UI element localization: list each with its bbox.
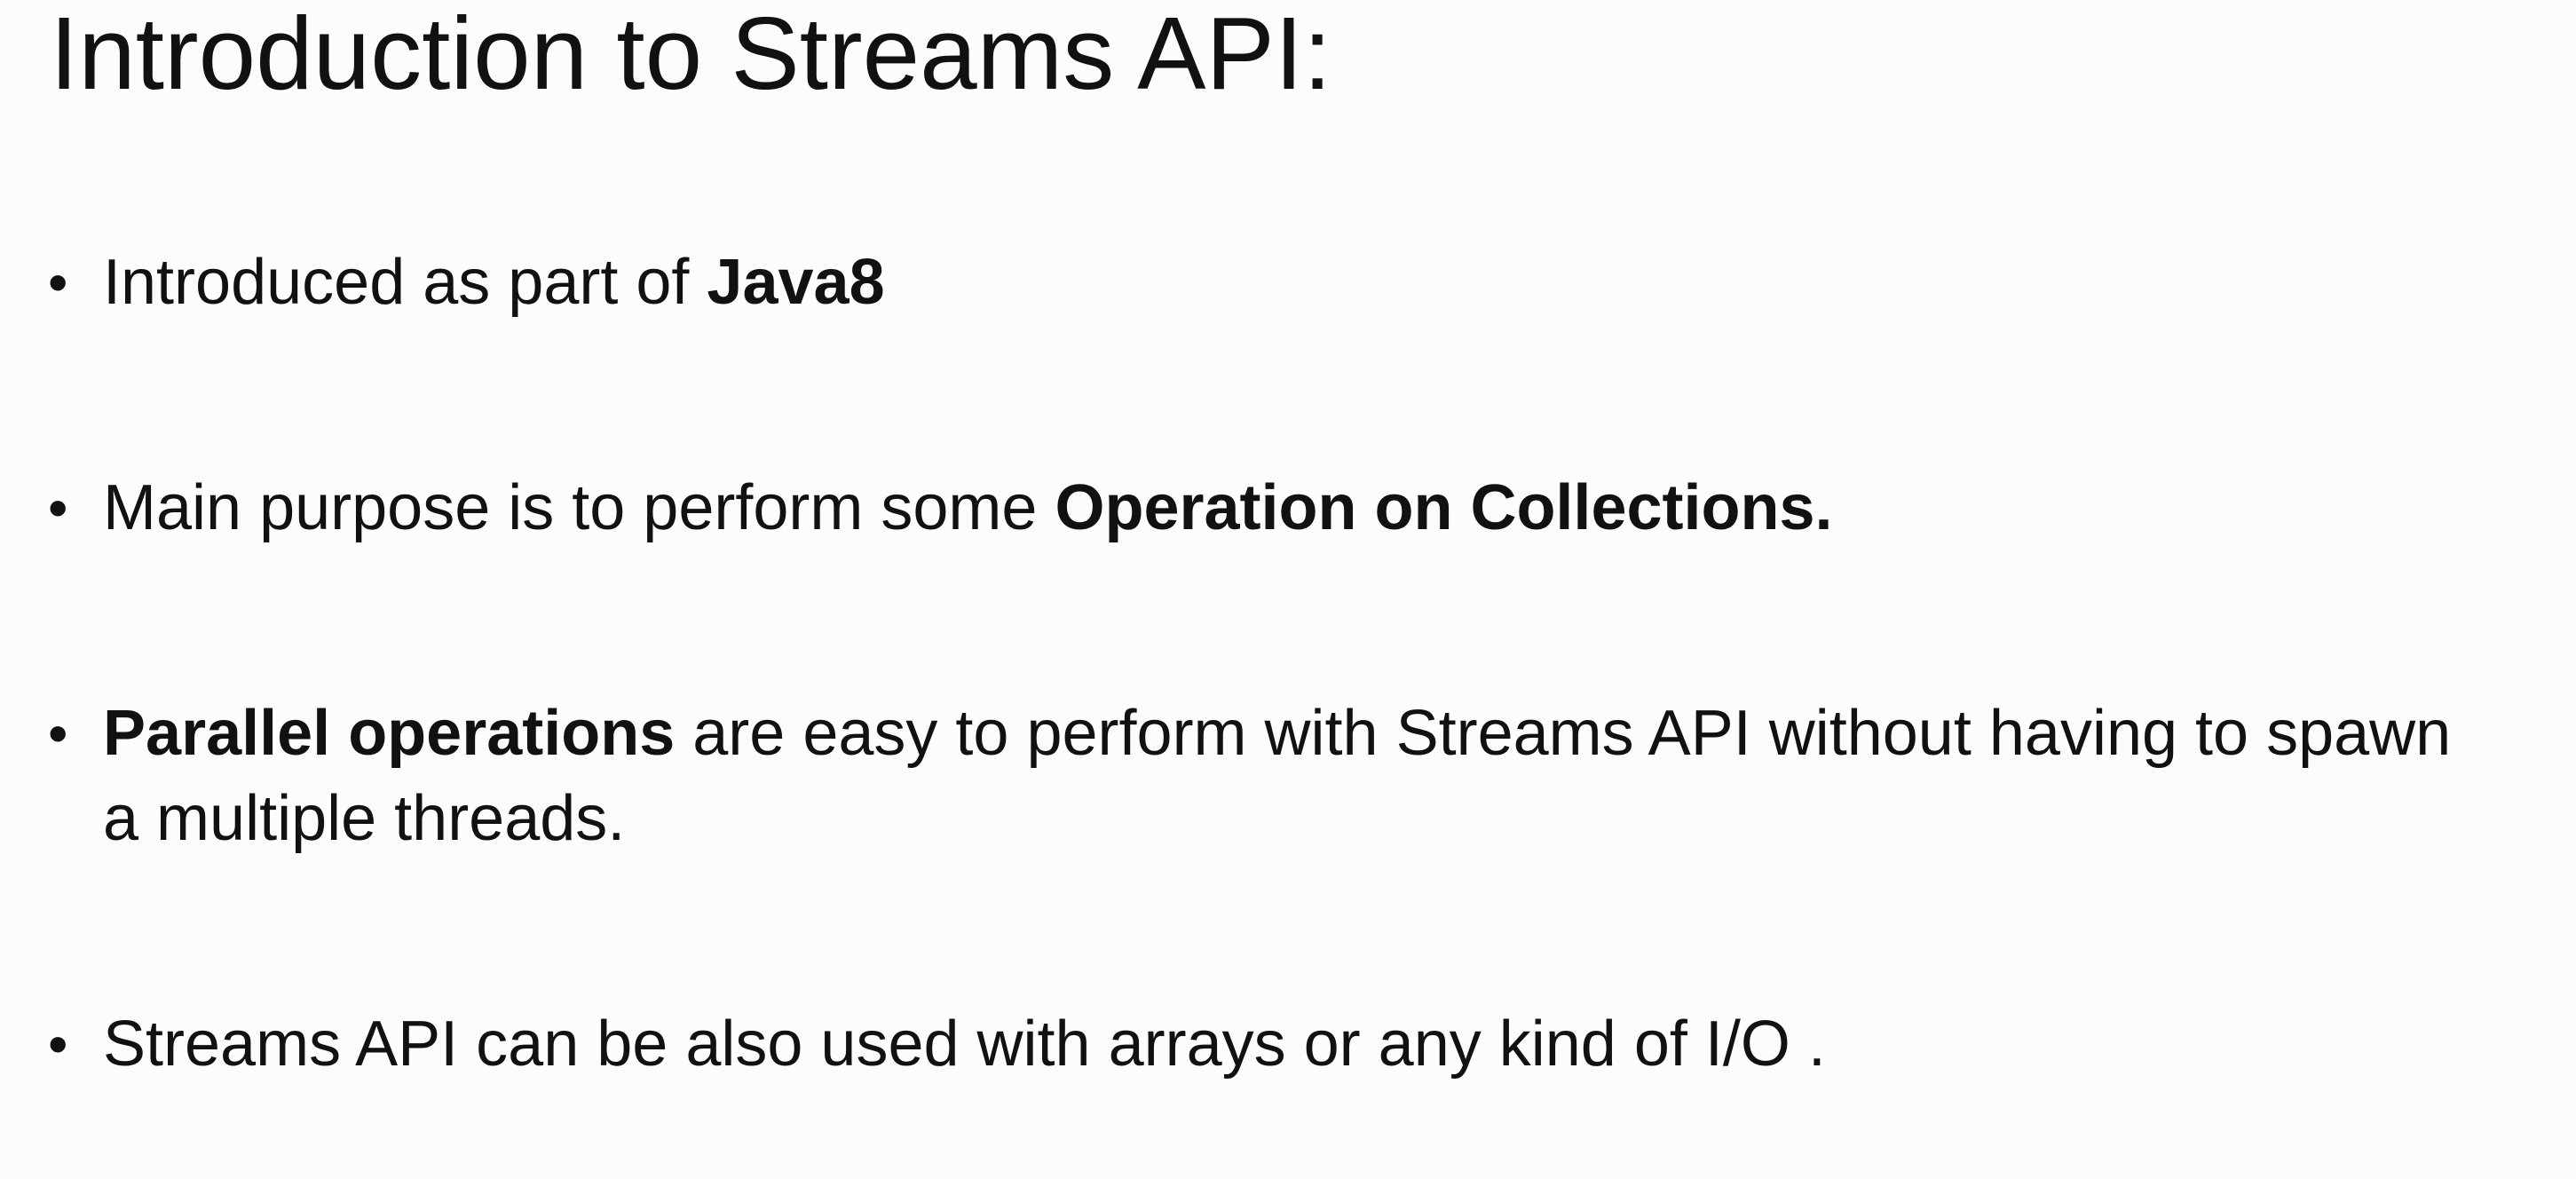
bullet-item-parallel: • Parallel operations are easy to perfor…: [48, 691, 2498, 861]
bullet-text: Introduced as part of Java8: [103, 240, 2498, 325]
bullet-text-bold: Parallel operations: [103, 698, 676, 769]
bullet-marker: •: [48, 476, 68, 540]
bullet-marker: •: [48, 701, 68, 765]
bullet-item-purpose: • Main purpose is to perform some Operat…: [48, 465, 2498, 550]
bullet-text: Streams API can be also used with arrays…: [103, 1001, 2498, 1087]
bullet-text-bold: Operation on Collections.: [1055, 472, 1833, 543]
bullet-text: Parallel operations are easy to perform …: [103, 691, 2498, 861]
bullet-text-bold: Java8: [707, 247, 885, 318]
slide-title: Introduction to Streams API:: [50, 0, 1332, 111]
bullet-text-regular: Introduced as part of: [103, 247, 707, 318]
bullet-item-java8: • Introduced as part of Java8: [48, 240, 2498, 325]
slide: Introduction to Streams API: • Introduce…: [0, 0, 2576, 1179]
bullet-item-arrays-io: • Streams API can be also used with arra…: [48, 1001, 2498, 1087]
bullet-marker: •: [48, 250, 68, 314]
bullet-text-regular: Main purpose is to perform some: [103, 472, 1055, 543]
bullet-text-regular: Streams API can be also used with arrays…: [103, 1009, 1826, 1080]
bullet-text: Main purpose is to perform some Operatio…: [103, 465, 2498, 550]
bullet-marker: •: [48, 1012, 68, 1076]
